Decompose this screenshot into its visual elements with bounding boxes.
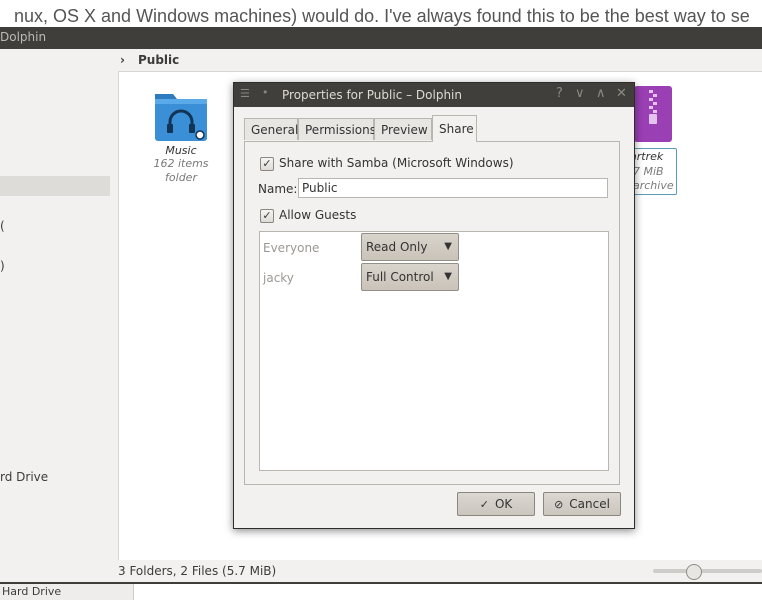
cancel-icon: ⊘ — [554, 498, 564, 511]
tab-preview[interactable]: Preview — [374, 118, 432, 140]
properties-dialog: ☰ • Properties for Public – Dolphin ? ∨ … — [233, 82, 635, 529]
music-folder-icon — [155, 94, 207, 141]
maximize-icon[interactable]: ∧ — [596, 86, 606, 101]
perm-select-value: Read Only — [366, 240, 428, 254]
file-type: folder — [165, 171, 197, 184]
close-icon[interactable]: ✕ — [616, 86, 627, 101]
file-item-count: 162 items — [153, 157, 209, 170]
allow-guests-checkbox[interactable]: ✓ — [260, 209, 274, 223]
perm-user-jacky: jacky — [263, 271, 294, 285]
tab-general[interactable]: General — [244, 118, 298, 140]
cancel-label: Cancel — [569, 497, 610, 511]
share-tab-panel: ✓ Share with Samba (Microsoft Windows) N… — [244, 141, 620, 485]
dolphin-window-title: Dolphin — [0, 30, 47, 44]
breadcrumb[interactable]: › Public — [118, 49, 762, 71]
chevron-down-icon: ▼ — [444, 271, 452, 282]
share-name-input[interactable]: Public — [298, 178, 608, 198]
file-type: archive — [633, 179, 674, 192]
zoom-slider-handle[interactable] — [686, 564, 703, 580]
name-label: Name: — [258, 182, 298, 196]
ok-label: OK — [494, 497, 513, 511]
tab-permissions[interactable]: Permissions — [298, 118, 376, 140]
dialog-titlebar[interactable]: ☰ • Properties for Public – Dolphin ? ∨ … — [234, 83, 634, 107]
dialog-title: Properties for Public – Dolphin — [282, 88, 462, 102]
pin-icon[interactable]: • — [262, 86, 269, 99]
background-webpage-text: nux, OS X and Windows machines) would do… — [0, 0, 762, 27]
dolphin-titlebar[interactable]: Dolphin — [0, 27, 762, 49]
places-item-1[interactable]: ( — [0, 219, 5, 233]
file-name: Music — [165, 144, 197, 157]
places-panel: ( ) rd Drive — [0, 49, 113, 582]
archive-icon — [634, 86, 672, 142]
places-item-2[interactable]: ) — [0, 259, 5, 273]
checkmark-icon: ✓ — [479, 498, 489, 511]
chevron-down-icon: ▼ — [444, 241, 452, 252]
ok-button[interactable]: ✓ OK — [457, 492, 535, 516]
share-samba-label[interactable]: Share with Samba (Microsoft Windows) — [279, 156, 514, 170]
permissions-table: Everyone Read Only ▼ jacky Full Control … — [259, 231, 609, 471]
perm-select-value: Full Control — [366, 270, 434, 284]
window-menu-icon[interactable]: ☰ — [240, 87, 250, 100]
status-bar: 3 Folders, 2 Files (5.7 MiB) — [118, 559, 762, 582]
help-icon[interactable]: ? — [556, 86, 563, 101]
zoom-slider[interactable] — [653, 569, 762, 573]
breadcrumb-current[interactable]: Public — [138, 53, 179, 67]
file-size: 7 MiB — [633, 165, 664, 178]
file-item-music[interactable]: Music 162 items folder — [141, 86, 221, 185]
places-selected-item[interactable] — [0, 176, 110, 196]
perm-user-everyone: Everyone — [263, 241, 320, 255]
perm-select-jacky[interactable]: Full Control ▼ — [361, 263, 459, 291]
perm-select-everyone[interactable]: Read Only ▼ — [361, 233, 459, 261]
cancel-button[interactable]: ⊘ Cancel — [543, 492, 621, 516]
minimize-icon[interactable]: ∨ — [575, 86, 585, 101]
share-samba-checkbox[interactable]: ✓ — [260, 157, 274, 171]
chevron-right-icon: › — [120, 53, 125, 67]
bottom-places-label: Hard Drive — [2, 585, 62, 598]
status-text: 3 Folders, 2 Files (5.7 MiB) — [118, 564, 277, 578]
tab-share[interactable]: Share — [432, 115, 477, 142]
bottom-panel: Hard Drive — [0, 582, 762, 600]
allow-guests-label[interactable]: Allow Guests — [279, 208, 356, 222]
webpage-text-line: nux, OS X and Windows machines) would do… — [14, 6, 750, 26]
places-item-hard-drive[interactable]: rd Drive — [0, 470, 48, 484]
